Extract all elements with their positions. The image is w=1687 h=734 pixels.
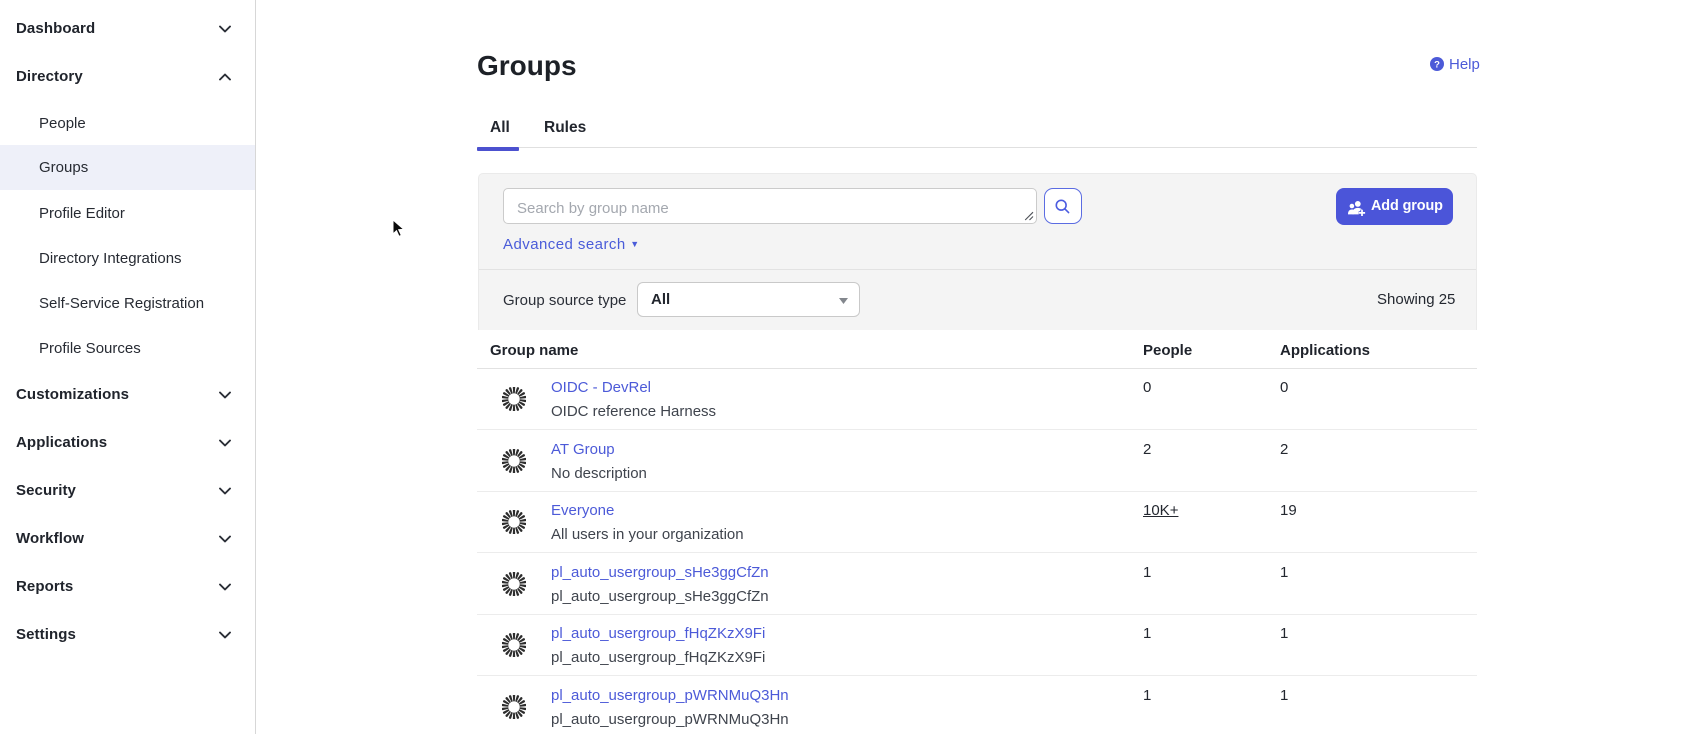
svg-text:?: ? <box>1434 59 1440 70</box>
